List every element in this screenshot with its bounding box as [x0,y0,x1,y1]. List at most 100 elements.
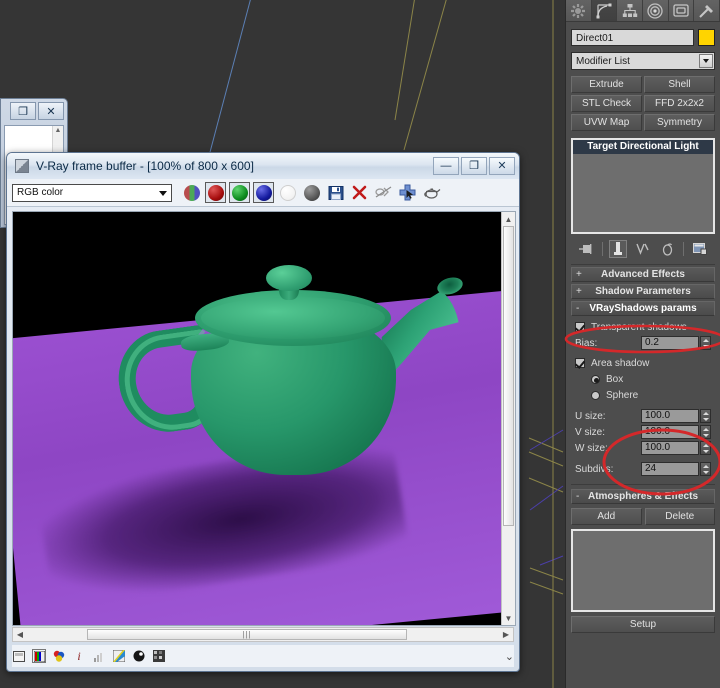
vfb-hscroll-thumb[interactable]: ||| [87,629,407,640]
remove-modifier-icon[interactable] [659,240,677,258]
bias-input[interactable]: 0.2 [641,336,699,350]
atmospheres-effects-list[interactable] [571,529,715,612]
subdivs-stepper[interactable] [700,462,711,476]
curve-icon[interactable] [112,649,126,663]
v-size-stepper[interactable] [700,425,711,439]
subdivs-row: Subdivs: 24 [575,461,711,477]
modifier-stack[interactable]: Target Directional Light [571,138,715,234]
bent-arc-icon [596,3,612,19]
atmospheres-add-button[interactable]: Add [571,508,642,525]
motion-tab[interactable] [643,0,669,21]
pixel-aspect-icon[interactable] [152,649,166,663]
modifier-button-stl-check[interactable]: STL Check [571,95,642,112]
object-color-swatch[interactable] [698,29,715,46]
v-size-spinner-group: 100.0 [641,425,711,439]
rectangle-select-icon[interactable] [12,649,26,663]
atmospheres-delete-button[interactable]: Delete [645,508,716,525]
vray-frame-buffer-window[interactable]: V-Ray frame buffer - [100% of 800 x 600]… [6,152,520,672]
atmospheres-setup-row: Setup [571,616,715,633]
background-window-titlebar[interactable]: ❐ ✕ [1,99,67,123]
background-window-maximize-button[interactable]: ❐ [10,102,36,120]
shape-radio-box[interactable] [591,375,600,384]
show-end-result-icon[interactable] [609,240,627,258]
vfb-maximize-button[interactable]: ❐ [461,157,487,175]
w-size-input[interactable]: 100.0 [641,441,699,455]
area-shadow-checkbox[interactable] [575,358,585,368]
teapot-icon [423,185,441,200]
rgb-channel-button[interactable] [181,182,202,203]
vfb-app-icon [15,159,29,173]
vfb-horizontal-scrollbar[interactable]: ◀ ||| ▶ [12,627,514,642]
shape-radio-sphere[interactable] [591,391,600,400]
track-mouse-button[interactable] [373,182,394,203]
vfb-expand-button[interactable]: ⌄ [505,650,514,663]
info-icon[interactable]: i [72,649,86,663]
atmospheres-setup-button[interactable]: Setup [571,616,715,633]
command-panel: Direct01 Modifier List Extrude Shell STL… [565,0,720,688]
w-size-stepper[interactable] [700,441,711,455]
modifier-button-ffd[interactable]: FFD 2x2x2 [644,95,715,112]
monochrome-button[interactable] [301,182,322,203]
bias-spinner-group: 0.2 [641,336,711,350]
bias-stepper[interactable] [700,336,711,350]
rollout-shadow-parameters[interactable]: + Shadow Parameters [571,284,715,299]
rollout-advanced-effects[interactable]: + Advanced Effects [571,267,715,282]
region-render-button[interactable] [397,182,418,203]
pin-stack-icon[interactable] [577,240,595,258]
transparent-shadows-label: Transparent shadows [591,322,687,333]
object-name-input[interactable]: Direct01 [571,29,694,46]
color-clamp-icon[interactable] [52,649,66,663]
vfb-close-button[interactable]: ✕ [489,157,515,175]
utilities-tab[interactable] [694,0,720,21]
u-size-spinner-group: 100.0 [641,409,711,423]
u-size-input[interactable]: 100.0 [641,409,699,423]
vfb-minimize-button[interactable]: — [433,157,459,175]
alpha-channel-button[interactable] [277,182,298,203]
vfb-channel-select[interactable]: RGB color [12,184,172,202]
vfb-titlebar[interactable]: V-Ray frame buffer - [100% of 800 x 600]… [7,153,519,179]
vfb-toolbar: RGB color [7,179,519,207]
screen-root: ❐ ✕ ▲ V-Ray frame buffer - [100% of 800 … [0,0,720,688]
background-window-close-button[interactable]: ✕ [38,102,64,120]
red-channel-button[interactable] [205,182,226,203]
blue-channel-button[interactable] [253,182,274,203]
toolbar-divider [602,242,603,256]
modifier-list-dropdown[interactable]: Modifier List [571,52,715,70]
create-tab[interactable] [566,0,592,21]
vfb-render-canvas[interactable]: ▲ ▼ [12,211,516,626]
exposure-icon[interactable] [132,649,146,663]
stack-item-target-directional-light[interactable]: Target Directional Light [573,140,713,154]
hierarchy-icon [622,3,638,19]
hierarchy-tab[interactable] [617,0,643,21]
scroll-down-icon[interactable]: ▼ [502,611,515,625]
display-tab[interactable] [669,0,695,21]
scroll-right-icon[interactable]: ▶ [499,630,513,639]
modifier-button-shell[interactable]: Shell [644,76,715,93]
modifier-button-extrude[interactable]: Extrude [571,76,642,93]
v-size-input[interactable]: 100.0 [641,425,699,439]
make-unique-icon[interactable] [634,240,652,258]
subdivs-input[interactable]: 24 [641,462,699,476]
color-corrections-icon[interactable] [32,649,46,663]
chevron-down-icon[interactable] [699,54,713,68]
rollout-vrayshadows-params[interactable]: - VRayShadows params [571,301,715,316]
rendered-image [13,212,502,625]
clear-image-button[interactable] [349,182,370,203]
render-last-button[interactable] [421,182,442,203]
rollout-atmospheres-effects[interactable]: - Atmospheres & Effects [571,489,715,504]
vfb-vscroll-thumb[interactable] [503,226,514,526]
vfb-hscroll-track[interactable]: ||| [27,628,499,641]
green-channel-button[interactable] [229,182,250,203]
save-image-button[interactable] [325,182,346,203]
modifier-button-uvw-map[interactable]: UVW Map [571,114,642,131]
histogram-icon[interactable] [92,649,106,663]
configure-modifier-sets-icon[interactable] [691,240,709,258]
u-size-stepper[interactable] [700,409,711,423]
modifier-button-symmetry[interactable]: Symmetry [644,114,715,131]
transparent-shadows-checkbox[interactable] [575,322,585,332]
scroll-up-icon[interactable]: ▲ [502,212,515,226]
scroll-left-icon[interactable]: ◀ [13,630,27,639]
vfb-vertical-scrollbar[interactable]: ▲ ▼ [501,212,515,625]
modifier-list-label: Modifier List [576,56,630,67]
modify-tab[interactable] [592,0,618,21]
